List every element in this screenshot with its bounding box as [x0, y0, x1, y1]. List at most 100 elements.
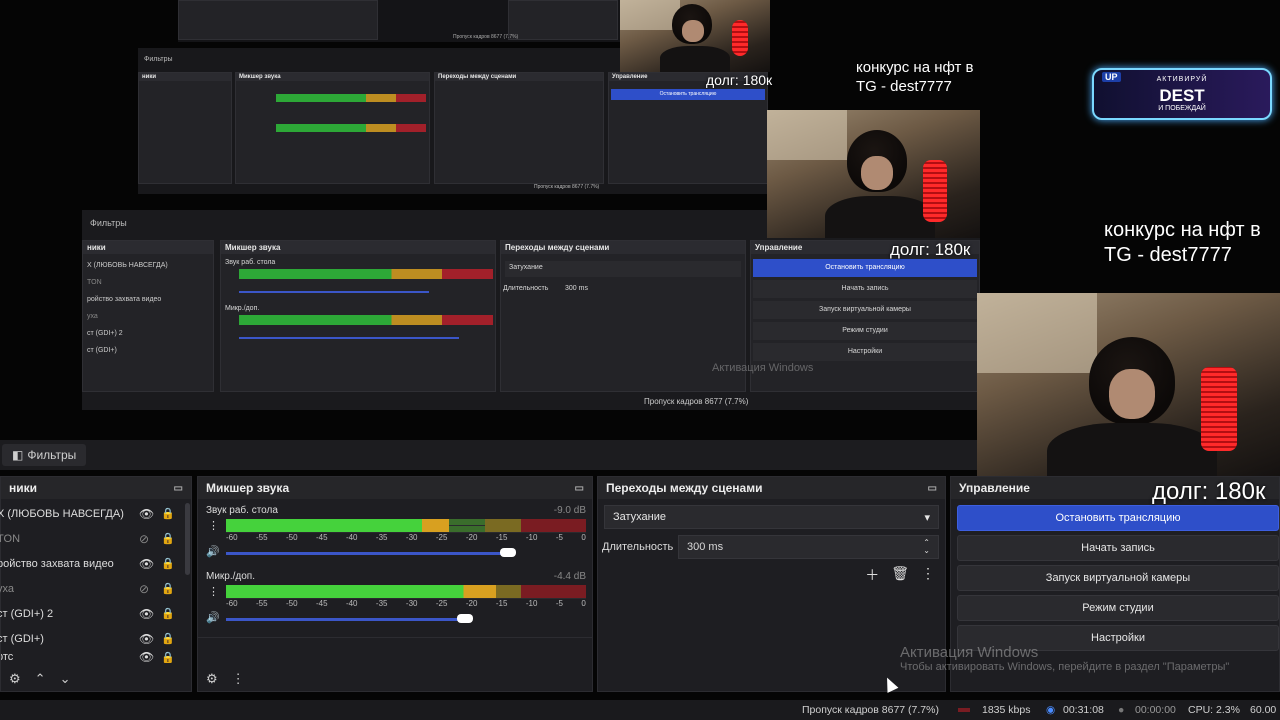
- advanced-audio-icon[interactable]: ⚙: [206, 671, 218, 687]
- meter-tick-label: 0: [581, 533, 586, 542]
- speaker-icon[interactable]: 🔊: [206, 545, 220, 558]
- status-bar: Пропуск кадров 8677 (7.7%) 1835 kbps ◉ 0…: [0, 700, 1280, 720]
- duration-label: Длительность: [602, 541, 674, 553]
- meter-level-bar: [226, 585, 496, 598]
- source-item[interactable]: ройство захвата видео 👁 🔒: [0, 551, 191, 576]
- duration-spinbox[interactable]: 300 ms ⌃ ⌄: [678, 535, 939, 559]
- source-item[interactable]: ст (GDI+) 2 👁 🔒: [0, 601, 191, 626]
- meter-tick-label: -5: [555, 533, 563, 542]
- filters-tab[interactable]: ◧ Фильтры: [2, 444, 87, 466]
- meter-tick-label: -30: [405, 599, 418, 608]
- mixer-menu-icon[interactable]: ⋮: [232, 671, 245, 687]
- nested-sources-2: ники: [138, 72, 232, 184]
- transitions-title: Переходы между сценами: [606, 481, 763, 495]
- volume-slider-handle[interactable]: [500, 548, 516, 557]
- mixer-title: Микшер звука: [206, 481, 290, 495]
- transition-select[interactable]: Затухание ▾: [604, 505, 939, 529]
- start-recording-button[interactable]: Начать запись: [957, 535, 1279, 561]
- move-up-icon[interactable]: ⌃: [35, 671, 46, 687]
- volume-slider-handle[interactable]: [457, 614, 473, 623]
- webcam-feed-small: [620, 0, 770, 72]
- mixer-track-mic: Микр./доп. -4.4 dB ⋮ -60 -55 -50 -45 -40 -35-…: [206, 571, 586, 624]
- speaker-icon[interactable]: 🔊: [206, 611, 220, 624]
- eye-icon[interactable]: 👁: [139, 557, 154, 571]
- meter-tick-label: -45: [315, 599, 328, 608]
- webcam-feed-large: [977, 293, 1280, 476]
- move-down-icon[interactable]: ⌄: [60, 671, 71, 687]
- sources-scrollbar[interactable]: [185, 503, 190, 575]
- eye-icon[interactable]: 👁: [139, 507, 154, 521]
- nested-capture-3: Пропуск кадров 8677 (7.7%): [178, 0, 620, 42]
- meter-tick-label: -20: [465, 533, 478, 542]
- nested-filters-2: Фильтры: [144, 56, 173, 63]
- eye-hidden-icon[interactable]: ⊘: [139, 582, 149, 596]
- fps: 60.00: [1250, 704, 1277, 716]
- source-item[interactable]: ст (GDI+) 👁 🔒: [0, 626, 191, 651]
- volume-slider[interactable]: [226, 618, 465, 621]
- undock-icon[interactable]: ▭: [928, 483, 937, 494]
- transitions-dock: Переходы между сценами ▭ Затухание ▾ Дли…: [597, 476, 946, 692]
- meter-tick-label: -5: [555, 599, 563, 608]
- nested-mixer-1: Микшер звука Звук раб. стола Микр./доп.: [220, 240, 496, 392]
- meter-tick-label: -30: [405, 533, 418, 542]
- nested-sources-1: ники Х (ЛЮБОВЬ НАВСЕГДА) TON ройство зах…: [82, 240, 214, 392]
- dropped-frames: Пропуск кадров 8677 (7.7%): [802, 704, 939, 716]
- lock-icon[interactable]: 🔒: [161, 532, 175, 545]
- track-menu-icon[interactable]: ⋮: [208, 519, 219, 532]
- live-icon: ◉: [1046, 704, 1056, 716]
- gear-icon[interactable]: ⚙: [9, 671, 21, 687]
- eye-icon[interactable]: 👁: [139, 651, 154, 663]
- nested-watermark-1: Активация Windows: [712, 362, 814, 374]
- source-item[interactable]: ртс 👁 🔒: [1, 651, 191, 663]
- undock-icon[interactable]: ▭: [575, 483, 584, 494]
- controls-title: Управление: [959, 481, 1030, 495]
- nested-transitions-2: Переходы между сценами: [434, 72, 604, 184]
- source-item[interactable]: Х (ЛЮБОВЬ НАВСЕГДА) 👁 🔒: [0, 501, 191, 526]
- lock-icon[interactable]: 🔒: [161, 632, 175, 645]
- menu-icon[interactable]: ⋮: [921, 565, 935, 585]
- record-icon: ●: [1118, 704, 1125, 716]
- meter-tick-label: 0: [581, 599, 586, 608]
- add-icon[interactable]: ＋: [865, 565, 879, 585]
- meter-tick-label: -20: [465, 599, 478, 608]
- eye-hidden-icon[interactable]: ⊘: [139, 532, 149, 546]
- bitrate-indicator: [958, 708, 970, 712]
- meter-tick-label: -35: [375, 599, 388, 608]
- windows-activation-watermark: Активация Windows Чтобы активировать Win…: [900, 644, 1230, 673]
- source-item[interactable]: TON ⊘ 🔒: [0, 526, 191, 551]
- lock-icon[interactable]: 🔒: [161, 582, 175, 595]
- bitrate: 1835 kbps: [982, 704, 1031, 716]
- track-menu-icon[interactable]: ⋮: [208, 585, 219, 598]
- meter-tick-label: -60: [226, 533, 238, 542]
- nested-mixer-2: Микшер звука: [235, 72, 430, 184]
- volume-slider[interactable]: [226, 552, 508, 555]
- meter-tick-label: -50: [285, 599, 298, 608]
- start-virtual-camera-button[interactable]: Запуск виртуальной камеры: [957, 565, 1279, 591]
- studio-mode-button[interactable]: Режим студии: [957, 595, 1279, 621]
- webcam-feed-medium: [767, 110, 980, 238]
- lock-icon[interactable]: 🔒: [161, 607, 175, 620]
- sources-dock: ники ▭ Х (ЛЮБОВЬ НАВСЕГДА) 👁 🔒 TON ⊘ 🔒 р…: [0, 476, 192, 692]
- meter-tick-label: -55: [255, 533, 268, 542]
- stop-streaming-button[interactable]: Остановить трансляцию: [957, 505, 1279, 531]
- lock-icon[interactable]: 🔒: [161, 557, 175, 570]
- trash-icon[interactable]: 🗑: [891, 565, 909, 585]
- nested-status-1: Пропуск кадров 8677 (7.7%): [644, 397, 749, 406]
- eye-icon[interactable]: 👁: [139, 632, 154, 646]
- live-time: 00:31:08: [1063, 704, 1104, 716]
- eye-icon[interactable]: 👁: [139, 607, 154, 621]
- meter-level-bar: [226, 519, 449, 532]
- lock-icon[interactable]: 🔒: [161, 651, 175, 664]
- lock-icon[interactable]: 🔒: [161, 507, 175, 520]
- debt-label-large: долг: 180к: [1152, 478, 1266, 505]
- spin-arrows-icon[interactable]: ⌃ ⌄: [923, 539, 930, 555]
- meter-scale: -60 -55 -50 -45 -40 -35 -30 -25 -20 -15 -10 -5 0: [226, 533, 586, 545]
- source-item[interactable]: уха ⊘ 🔒: [0, 576, 191, 601]
- debt-label-medium: долг: 180к: [890, 240, 971, 259]
- meter-tick-label: -15: [495, 533, 508, 542]
- nested-status-2: Пропуск кадров 8677 (7.7%): [534, 184, 600, 190]
- mixer-track-desktop: Звук раб. стола -9.0 dB ⋮ -60 -55 -50 -45 -4…: [206, 505, 586, 558]
- nested-filters-1: Фильтры: [90, 218, 127, 228]
- undock-icon[interactable]: ▭: [174, 483, 183, 494]
- meter-tick-label: -55: [255, 599, 268, 608]
